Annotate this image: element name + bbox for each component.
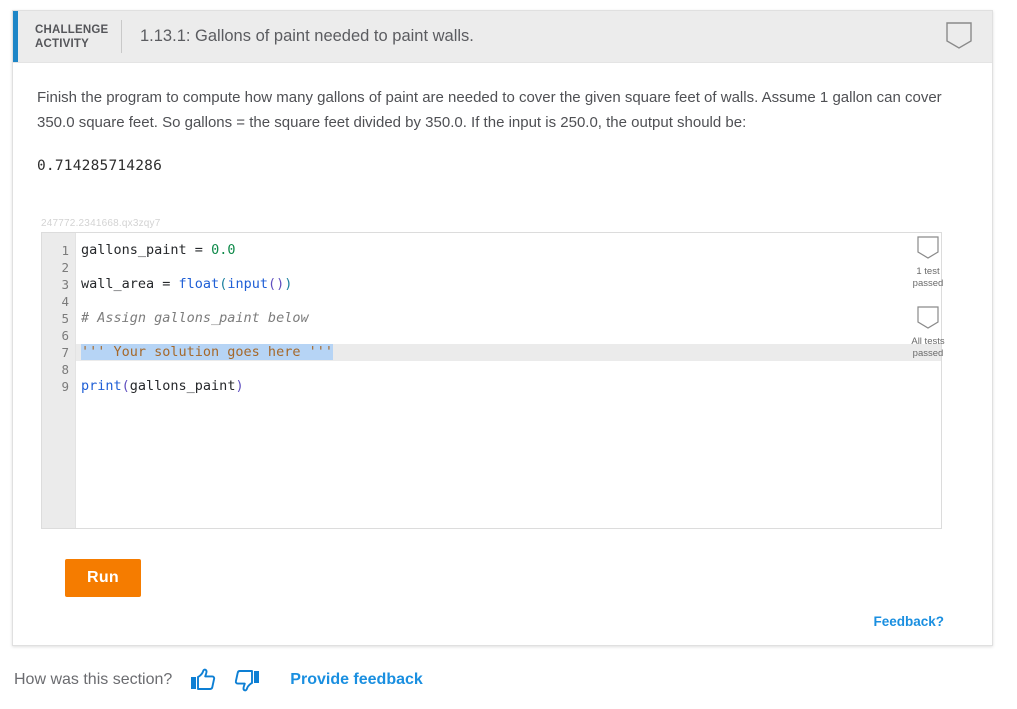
test-result-label: All tests passed <box>896 336 960 360</box>
token-number: 0.0 <box>211 242 236 258</box>
token-identifier: wall_area <box>81 276 163 292</box>
token-builtin-input: input <box>227 276 268 292</box>
token-paren: ( <box>121 378 130 394</box>
code-lines[interactable]: gallons_paint = 0.0 wall_area = float(in… <box>76 233 941 528</box>
activity-title: 1.13.1: Gallons of paint needed to paint… <box>140 27 474 45</box>
code-line-8[interactable] <box>76 361 941 378</box>
activity-kicker-line2: ACTIVITY <box>35 37 89 50</box>
section-feedback-question: How was this section? <box>14 671 173 688</box>
shield-badge-icon <box>944 22 974 52</box>
test-results-rail: 1 test passed All tests passed <box>896 236 960 376</box>
header-divider <box>121 20 122 53</box>
activity-body: Finish the program to compute how many g… <box>13 63 992 645</box>
code-line-5[interactable]: # Assign gallons_paint below <box>76 310 941 327</box>
line-number: 2 <box>61 260 69 275</box>
selected-solution-placeholder[interactable]: ''' Your solution goes here ''' <box>81 344 333 360</box>
test-result-label: 1 test passed <box>896 266 960 290</box>
code-line-9[interactable]: print(gallons_paint) <box>76 378 941 395</box>
expected-output: 0.714285714286 <box>37 158 163 174</box>
editor-watermark: 247772.2341668.qx3zqy7 <box>41 218 161 229</box>
token-operator: = <box>194 242 212 258</box>
section-feedback-bar: How was this section? Provide feedback <box>14 668 423 692</box>
thumbs-up-icon[interactable] <box>190 668 216 692</box>
line-number: 3 <box>61 277 69 292</box>
activity-header: CHALLENGE ACTIVITY 1.13.1: Gallons of pa… <box>13 11 992 63</box>
feedback-link[interactable]: Feedback? <box>873 614 944 629</box>
activity-kicker-line1: CHALLENGE <box>35 23 109 36</box>
token-paren: () <box>267 276 285 292</box>
line-number: 5 <box>61 311 69 326</box>
token-paren: ) <box>235 378 244 394</box>
line-number: 9 <box>61 379 69 394</box>
code-line-7[interactable]: ''' Your solution goes here ''' <box>76 344 941 361</box>
line-number: 7 <box>61 345 69 360</box>
test-result-item[interactable]: All tests passed <box>896 306 960 360</box>
code-line-4[interactable] <box>76 293 941 310</box>
code-line-3[interactable]: wall_area = float(input()) <box>76 276 941 293</box>
challenge-activity-card: CHALLENGE ACTIVITY 1.13.1: Gallons of pa… <box>12 10 993 646</box>
code-line-1[interactable]: gallons_paint = 0.0 <box>76 242 941 259</box>
provide-feedback-link[interactable]: Provide feedback <box>290 671 423 689</box>
thumbs-down-icon[interactable] <box>234 668 260 692</box>
editor-region: 247772.2341668.qx3zqy7 1 2 3 4 5 6 7 8 9… <box>37 218 968 541</box>
shield-outline-icon <box>917 306 939 329</box>
feedback-row: Feedback? <box>37 597 968 645</box>
editor-gutter: 1 2 3 4 5 6 7 8 9 <box>42 233 76 528</box>
prompt-text: Finish the program to compute how many g… <box>37 89 942 131</box>
line-number: 4 <box>61 294 69 309</box>
activity-kicker: CHALLENGE ACTIVITY <box>35 23 113 51</box>
token-operator: = <box>162 276 179 292</box>
test-result-item[interactable]: 1 test passed <box>896 236 960 290</box>
token-identifier: gallons_paint <box>129 378 236 394</box>
token-identifier: gallons_paint <box>81 242 195 258</box>
token-builtin-float: float <box>178 276 220 292</box>
header-accent-bar <box>13 11 18 62</box>
test-result-label-line2: passed <box>912 278 944 289</box>
token-comment: # Assign gallons_paint below <box>81 310 309 326</box>
line-number: 6 <box>61 328 69 343</box>
code-editor[interactable]: 1 2 3 4 5 6 7 8 9 gallons_paint = 0.0 wa… <box>41 232 942 529</box>
run-button[interactable]: Run <box>65 559 142 597</box>
test-result-label-line2: passed <box>912 348 944 359</box>
line-number: 1 <box>61 243 69 258</box>
code-line-6[interactable] <box>76 327 941 344</box>
shield-outline-icon <box>917 236 939 259</box>
test-result-label-line1: 1 test <box>916 266 940 277</box>
run-row: Run <box>37 541 968 597</box>
line-number: 8 <box>61 362 69 377</box>
code-line-2[interactable] <box>76 259 941 276</box>
test-result-label-line1: All tests <box>911 336 945 347</box>
token-builtin-print: print <box>81 378 122 394</box>
token-paren: ) <box>284 276 293 292</box>
